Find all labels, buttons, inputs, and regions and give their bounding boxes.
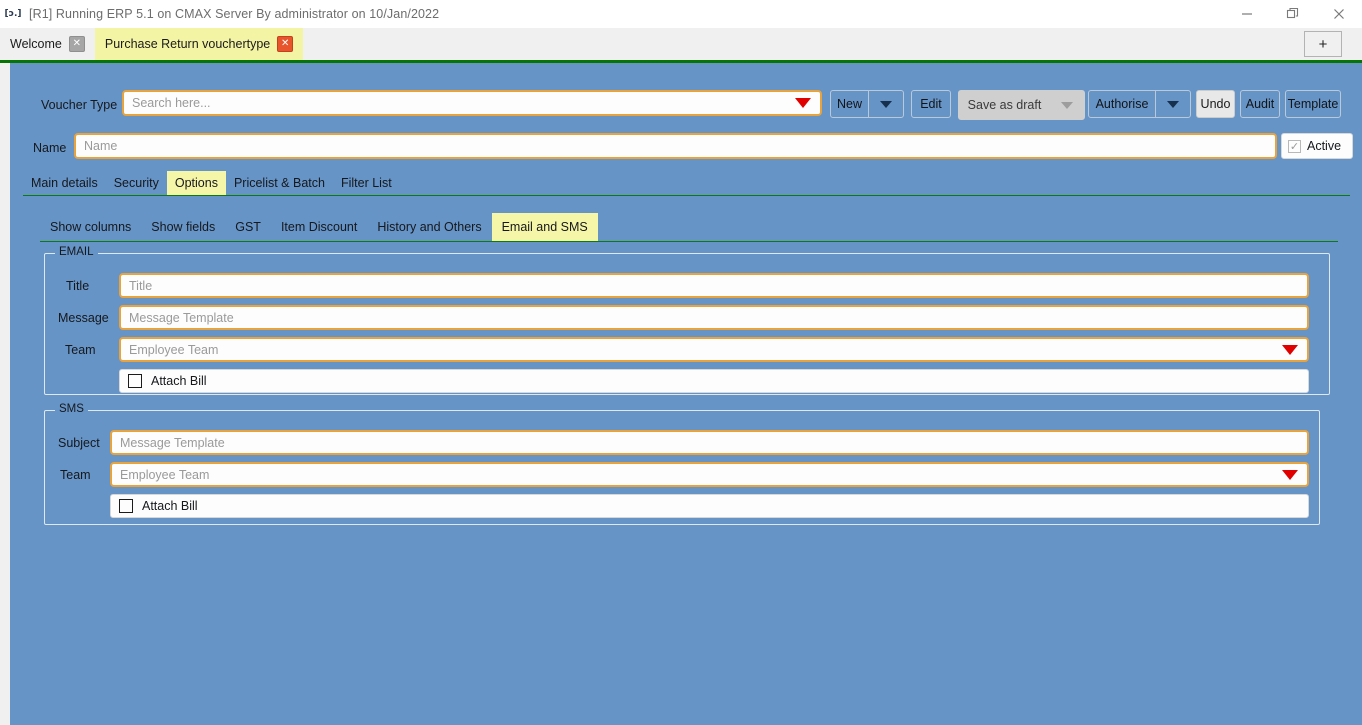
sms-subject-label: Subject: [58, 436, 100, 450]
email-attach-bill-checkbox[interactable]: Attach Bill: [119, 369, 1309, 393]
tab-show-columns[interactable]: Show columns: [40, 213, 141, 241]
tab-item-discount[interactable]: Item Discount: [271, 213, 367, 241]
tab-main-details[interactable]: Main details: [23, 171, 106, 195]
tab-filter-list-label: Filter List: [341, 176, 392, 190]
authorise-button-label: Authorise: [1089, 97, 1155, 111]
tab-security-label: Security: [114, 176, 159, 190]
tab-show-fields[interactable]: Show fields: [141, 213, 225, 241]
name-input[interactable]: Name: [74, 133, 1277, 159]
name-label: Name: [33, 141, 66, 155]
email-title-input[interactable]: Title: [119, 273, 1309, 298]
active-checkbox[interactable]: ✓ Active: [1281, 133, 1353, 159]
tab-welcome[interactable]: Welcome ✕: [0, 28, 95, 60]
tab-email-and-sms-label: Email and SMS: [502, 220, 588, 234]
email-team-input[interactable]: Employee Team: [119, 337, 1309, 362]
email-team-label: Team: [65, 343, 96, 357]
voucher-type-input[interactable]: Search here...: [122, 90, 822, 116]
tab-show-columns-label: Show columns: [50, 220, 131, 234]
tab-item-discount-label: Item Discount: [281, 220, 357, 234]
tab-main-details-label: Main details: [31, 176, 98, 190]
tab-pricelist-and-batch[interactable]: Pricelist & Batch: [226, 171, 333, 195]
sub-tab-divider: [40, 241, 1338, 242]
left-gutter: [0, 63, 10, 725]
form-canvas: Voucher Type Search here... New Edit Sav…: [10, 63, 1362, 725]
email-message-placeholder: Message Template: [121, 311, 234, 325]
document-tab-strip: Welcome ✕ Purchase Return vouchertype ✕ …: [0, 28, 1362, 60]
voucher-type-label: Voucher Type: [41, 98, 117, 112]
close-icon[interactable]: ✕: [277, 36, 293, 52]
undo-button[interactable]: Undo: [1196, 90, 1235, 118]
sms-team-input[interactable]: Employee Team: [110, 462, 1309, 487]
name-placeholder: Name: [76, 139, 117, 153]
checkbox-icon: [128, 374, 142, 388]
sms-subject-placeholder: Message Template: [112, 436, 225, 450]
sms-team-placeholder: Employee Team: [112, 468, 209, 482]
tab-email-and-sms[interactable]: Email and SMS: [492, 213, 598, 241]
tab-history-and-others-label: History and Others: [377, 220, 481, 234]
chevron-down-icon[interactable]: [1155, 91, 1190, 117]
application-window: [ɔ.] [R1] Running ERP 5.1 on CMAX Server…: [0, 0, 1362, 725]
restore-icon[interactable]: [1270, 0, 1316, 28]
add-tab-button[interactable]: +: [1304, 31, 1342, 57]
sms-attach-bill-checkbox[interactable]: Attach Bill: [110, 494, 1309, 518]
email-attach-bill-label: Attach Bill: [151, 374, 207, 388]
email-message-input[interactable]: Message Template: [119, 305, 1309, 330]
sms-group-legend: SMS: [55, 403, 88, 415]
audit-button[interactable]: Audit: [1240, 90, 1280, 118]
template-button-label: Template: [1288, 97, 1339, 111]
checkmark-icon: ✓: [1288, 140, 1301, 153]
active-checkbox-label: Active: [1307, 139, 1341, 153]
edit-button[interactable]: Edit: [911, 90, 951, 118]
minimize-icon[interactable]: [1224, 0, 1270, 28]
sms-team-label: Team: [60, 468, 91, 482]
close-icon[interactable]: ✕: [69, 36, 85, 52]
app-icon: [ɔ.]: [5, 6, 21, 22]
tab-purchase-return-vouchertype[interactable]: Purchase Return vouchertype ✕: [95, 28, 303, 60]
sub-tab-bar: Show columns Show fields GST Item Discou…: [40, 213, 598, 241]
chevron-down-icon[interactable]: [1050, 91, 1084, 119]
save-as-draft-button[interactable]: Save as draft: [958, 90, 1085, 120]
main-tab-bar: Main details Security Options Pricelist …: [23, 171, 400, 195]
undo-button-label: Undo: [1201, 97, 1231, 111]
email-group-legend: EMAIL: [55, 246, 98, 258]
tab-show-fields-label: Show fields: [151, 220, 215, 234]
chevron-down-icon[interactable]: [795, 98, 811, 108]
template-button[interactable]: Template: [1285, 90, 1341, 118]
tab-purchase-return-vouchertype-label: Purchase Return vouchertype: [105, 37, 270, 51]
main-tab-divider: [23, 195, 1350, 196]
email-message-label: Message: [58, 311, 109, 325]
tab-gst[interactable]: GST: [225, 213, 271, 241]
email-team-placeholder: Employee Team: [121, 343, 218, 357]
email-title-label: Title: [66, 279, 89, 293]
audit-button-label: Audit: [1246, 97, 1275, 111]
tab-options[interactable]: Options: [167, 171, 226, 195]
save-as-draft-button-label: Save as draft: [959, 98, 1050, 112]
tab-filter-list[interactable]: Filter List: [333, 171, 400, 195]
tab-history-and-others[interactable]: History and Others: [367, 213, 491, 241]
voucher-type-placeholder: Search here...: [124, 96, 211, 110]
sms-attach-bill-label: Attach Bill: [142, 499, 198, 513]
title-bar: [ɔ.] [R1] Running ERP 5.1 on CMAX Server…: [0, 0, 1362, 28]
tab-pricelist-and-batch-label: Pricelist & Batch: [234, 176, 325, 190]
email-title-placeholder: Title: [121, 279, 152, 293]
tab-gst-label: GST: [235, 220, 261, 234]
tab-options-label: Options: [175, 176, 218, 190]
new-button[interactable]: New: [830, 90, 904, 118]
tab-security[interactable]: Security: [106, 171, 167, 195]
edit-button-label: Edit: [920, 97, 942, 111]
sms-subject-input[interactable]: Message Template: [110, 430, 1309, 455]
chevron-down-icon[interactable]: [1282, 470, 1298, 480]
window-title: [R1] Running ERP 5.1 on CMAX Server By a…: [29, 7, 439, 21]
tab-welcome-label: Welcome: [10, 37, 62, 51]
new-button-label: New: [831, 97, 868, 111]
authorise-button[interactable]: Authorise: [1088, 90, 1191, 118]
close-icon[interactable]: [1316, 0, 1362, 28]
checkbox-icon: [119, 499, 133, 513]
chevron-down-icon[interactable]: [1282, 345, 1298, 355]
chevron-down-icon[interactable]: [868, 91, 903, 117]
